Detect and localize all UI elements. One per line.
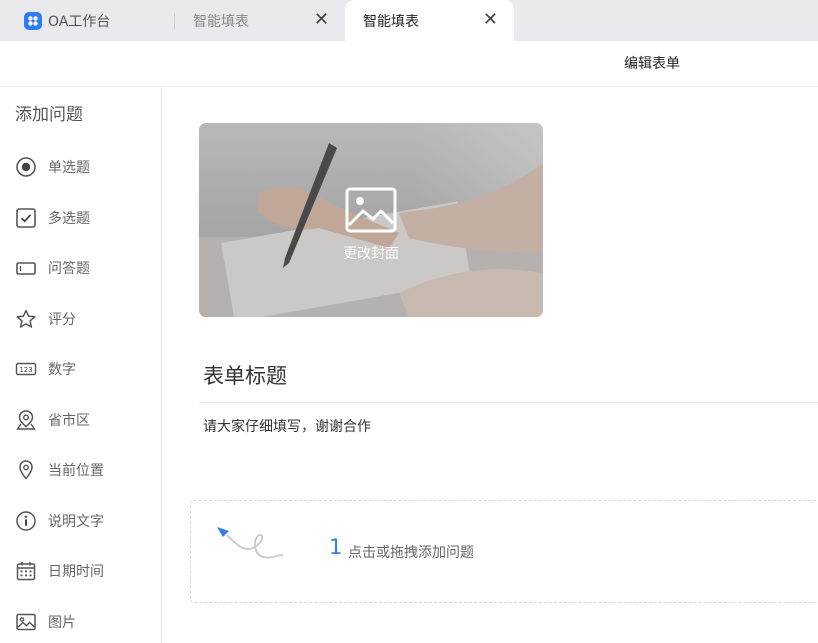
add-question-hint: 点击或拖拽添加问题: [348, 545, 474, 561]
tab-smart-form-1[interactable]: 智能填表 ✕: [174, 0, 345, 41]
sidebar-item-rating[interactable]: 评分: [14, 304, 154, 334]
close-icon[interactable]: ✕: [483, 11, 498, 29]
form-title-input[interactable]: 表单标题: [203, 360, 287, 390]
sidebar-item-datetime[interactable]: 日期时间: [14, 556, 154, 586]
sidebar-item-label: 单选题: [48, 160, 90, 176]
question-sidebar: 添加问题 单选题 多选题 问答题 评分 123 数字 省市区 当前位置 说明文字…: [0, 87, 162, 643]
text-box-icon: [14, 256, 38, 280]
star-icon: [14, 307, 38, 331]
sidebar-item-label: 说明文字: [48, 514, 104, 530]
image-icon: [345, 187, 397, 237]
sidebar-item-image[interactable]: 图片: [14, 607, 154, 637]
sidebar-item-qa[interactable]: 问答题: [14, 253, 154, 283]
number-icon: 123: [14, 357, 38, 381]
tab-label: 智能填表: [193, 13, 249, 30]
tab-smart-form-2[interactable]: 智能填表 ✕: [345, 0, 514, 41]
tab-label: 智能填表: [363, 13, 419, 30]
question-number: 1: [329, 535, 343, 559]
calendar-icon: [14, 559, 38, 583]
sidebar-item-province-city[interactable]: 省市区: [14, 405, 154, 435]
image-icon: [14, 610, 38, 634]
location-pin-icon: [14, 458, 38, 482]
form-description-input[interactable]: 请大家仔细填写，谢谢合作: [203, 416, 371, 436]
add-question-drop-zone[interactable]: 1 点击或拖拽添加问题: [190, 500, 818, 603]
sidebar-item-single-choice[interactable]: 单选题: [14, 152, 154, 182]
sidebar-item-label: 日期时间: [48, 564, 104, 580]
sidebar-heading: 添加问题: [15, 105, 83, 125]
tab-oa-workbench[interactable]: OA工作台: [0, 0, 174, 41]
sidebar-item-label: 评分: [48, 312, 76, 328]
sidebar-item-description[interactable]: 说明文字: [14, 506, 154, 536]
sidebar-item-label: 省市区: [48, 413, 90, 429]
sidebar-item-current-location[interactable]: 当前位置: [14, 455, 154, 485]
close-icon[interactable]: ✕: [314, 11, 329, 29]
sidebar-item-label: 问答题: [48, 261, 90, 277]
sidebar-item-number[interactable]: 123 数字: [14, 354, 154, 384]
app-logo-icon: [24, 11, 42, 30]
map-region-icon: [14, 408, 38, 432]
sidebar-item-multiple-choice[interactable]: 多选题: [14, 203, 154, 233]
checkbox-icon: [14, 206, 38, 230]
title-divider: [199, 402, 818, 403]
page-header: 编辑表单: [0, 41, 818, 87]
sidebar-item-label: 数字: [48, 362, 76, 378]
sidebar-item-label: 多选题: [48, 211, 90, 227]
form-cover[interactable]: 更改封面: [199, 123, 543, 317]
tab-bar: OA工作台 智能填表 ✕ 智能填表 ✕: [0, 0, 818, 41]
info-icon: [14, 509, 38, 533]
tab-label: OA工作台: [48, 13, 111, 30]
number-icon-text: 123: [19, 366, 32, 374]
form-editor: 更改封面 表单标题 请大家仔细填写，谢谢合作 1 点击或拖拽添加问题: [163, 87, 818, 643]
radio-icon: [14, 155, 38, 179]
sidebar-item-label: 当前位置: [48, 463, 104, 479]
page-title: 编辑表单: [624, 56, 680, 72]
drag-hint-icon: [217, 527, 284, 559]
change-cover-button[interactable]: 更改封面: [329, 187, 413, 271]
sidebar-item-label: 图片: [48, 615, 76, 631]
change-cover-label: 更改封面: [343, 246, 399, 262]
